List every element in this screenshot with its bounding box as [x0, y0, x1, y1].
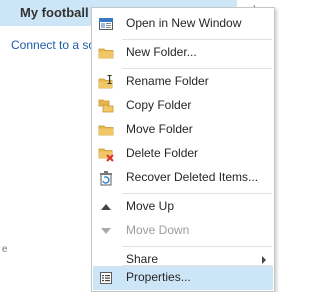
delete-folder-icon — [98, 146, 114, 162]
down-triangle-icon — [98, 223, 114, 239]
rename-folder-icon — [98, 74, 114, 90]
menu-item-label: Delete Folder — [126, 146, 199, 160]
menu-separator — [122, 39, 272, 40]
menu-item-label: Share — [126, 252, 159, 266]
menu-item-label: New Folder... — [126, 45, 197, 59]
menu-item-copy-folder[interactable]: Copy Folder — [93, 94, 273, 118]
properties-icon — [98, 270, 114, 286]
folder-icon — [98, 45, 114, 61]
menu-separator — [122, 246, 272, 247]
menu-item-label: Move Up — [126, 199, 175, 213]
new-window-icon — [98, 16, 114, 32]
context-menu: Open in New Window New Folder... Rename … — [91, 7, 275, 292]
menu-separator — [122, 193, 272, 194]
recover-items-icon — [98, 170, 114, 186]
menu-item-label: Rename Folder — [126, 74, 209, 88]
menu-item-label: Move Folder — [126, 122, 193, 136]
submenu-arrow-icon — [262, 256, 266, 264]
menu-separator — [122, 68, 272, 69]
copy-folder-icon — [98, 98, 114, 114]
up-triangle-icon — [98, 199, 114, 215]
menu-item-label: Open in New Window — [126, 16, 242, 30]
menu-item-move-folder[interactable]: Move Folder — [93, 118, 273, 142]
menu-item-rename-folder[interactable]: Rename Folder — [93, 70, 273, 94]
menu-item-label: Recover Deleted Items... — [126, 170, 259, 184]
menu-item-new-folder[interactable]: New Folder... — [93, 41, 273, 65]
menu-item-move-down: Move Down — [93, 219, 273, 243]
left-pane-text: e — [2, 244, 8, 255]
connect-social-link[interactable]: Connect to a so — [11, 38, 95, 52]
menu-item-properties[interactable]: Properties... — [93, 266, 273, 290]
menu-item-recover-deleted[interactable]: Recover Deleted Items... — [93, 166, 273, 190]
menu-item-move-up[interactable]: Move Up — [93, 195, 273, 219]
menu-item-label: Copy Folder — [126, 98, 192, 112]
menu-item-delete-folder[interactable]: Delete Folder — [93, 142, 273, 166]
menu-item-label: Move Down — [126, 223, 190, 237]
menu-item-label: Properties... — [126, 270, 191, 284]
move-folder-icon — [98, 122, 114, 138]
menu-item-open-new-window[interactable]: Open in New Window — [93, 12, 273, 36]
